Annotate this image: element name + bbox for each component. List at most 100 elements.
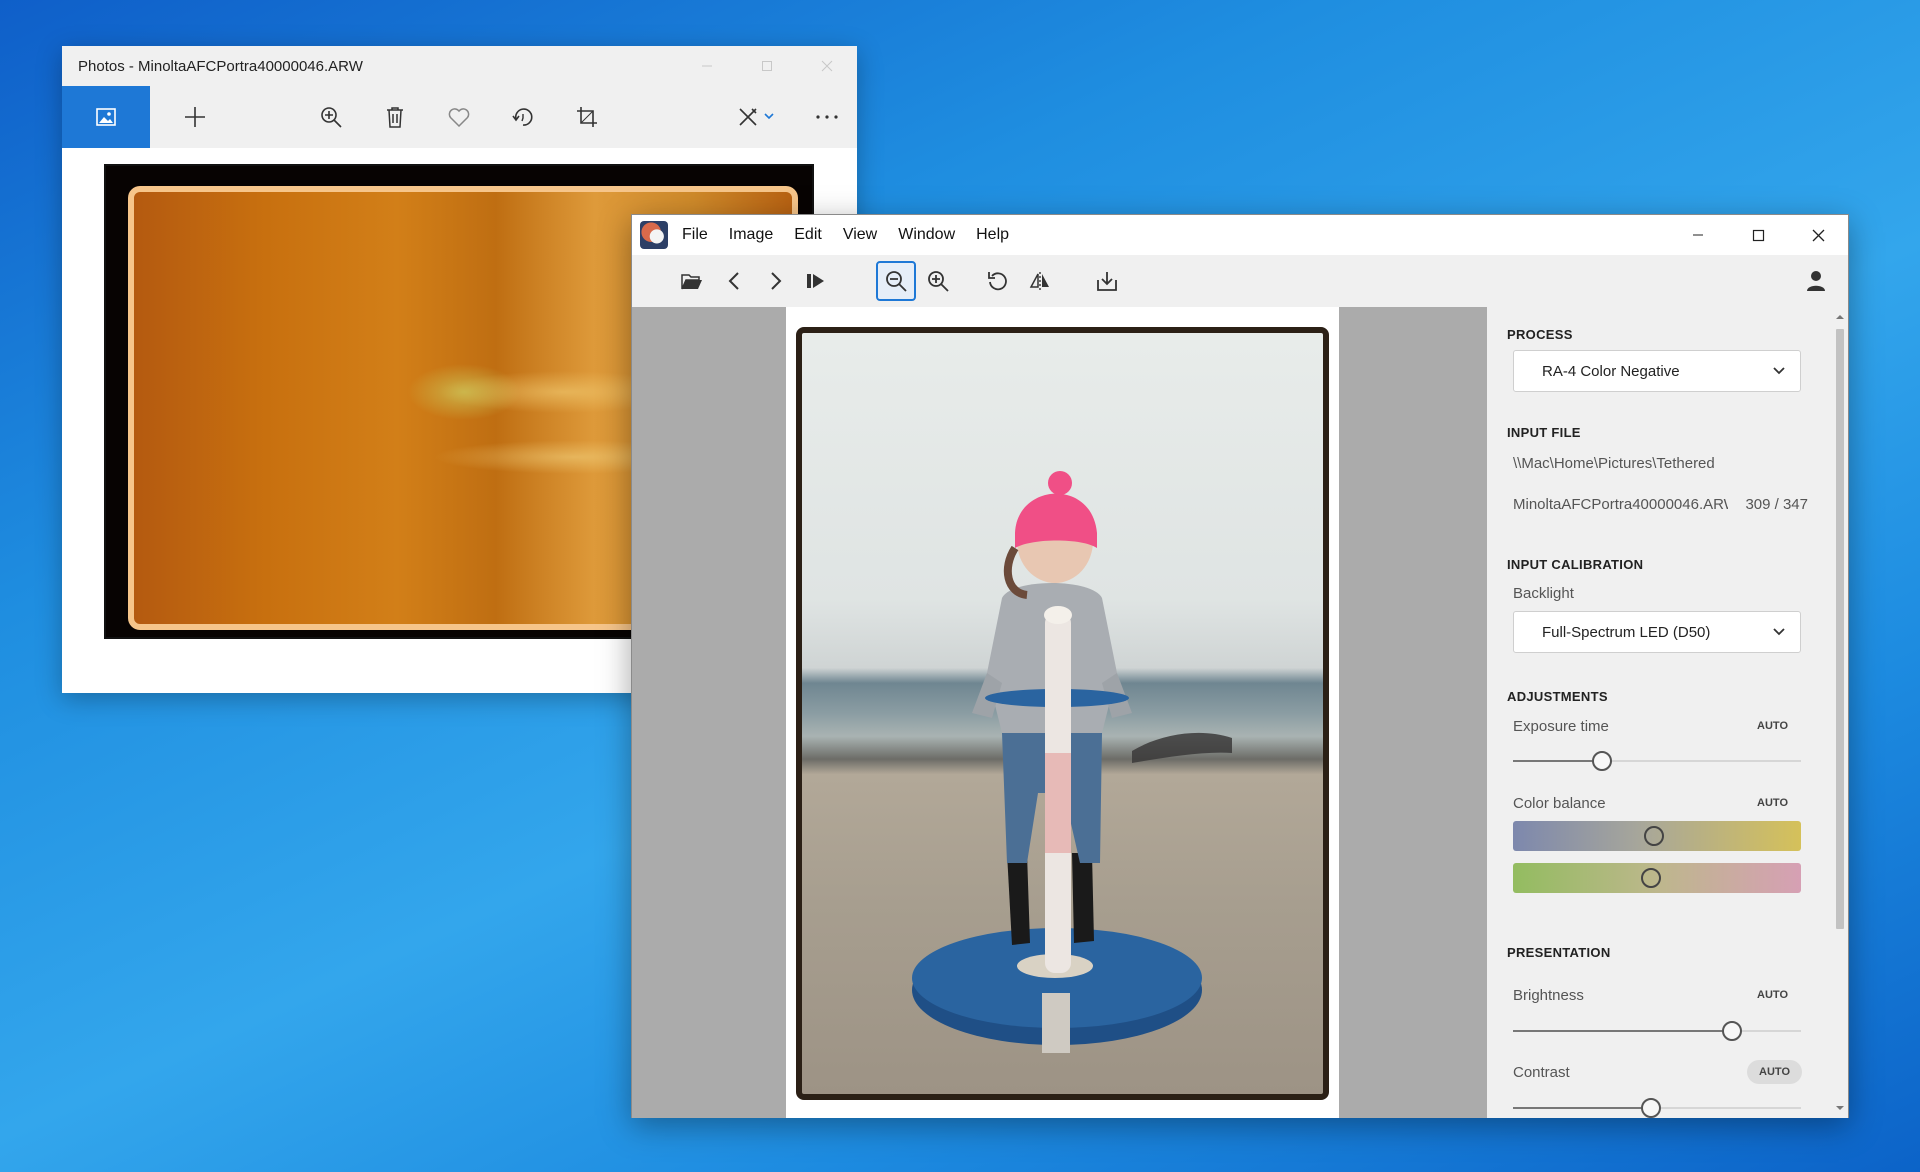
user-icon: [1807, 271, 1825, 291]
brightness-slider-handle[interactable]: [1721, 1021, 1742, 1041]
adjustments-heading: ADJUSTMENTS: [1507, 689, 1608, 704]
folder-open-icon: [681, 274, 702, 290]
input-file-name: MinoltaAFCPortra40000046.ARW: [1513, 496, 1728, 513]
skip-forward-icon: [807, 274, 824, 288]
zoom-in-icon: [321, 107, 342, 128]
rotate-icon: [512, 108, 533, 126]
process-heading: PROCESS: [1507, 327, 1573, 342]
photos-window-title: Photos - MinoltaAFCPortra40000046.ARW: [78, 57, 363, 75]
photos-crop-button[interactable]: [562, 86, 612, 148]
photos-delete-button[interactable]: [370, 86, 420, 148]
scroll-down-icon: [1836, 1106, 1844, 1110]
flip-icon: [1029, 272, 1049, 290]
contrast-slider[interactable]: [1513, 1096, 1801, 1118]
contrast-label: Contrast: [1513, 1064, 1570, 1081]
maximize-icon: [762, 61, 772, 71]
zoom-in-icon: [928, 271, 949, 292]
process-dropdown[interactable]: RA-4 Color Negative: [1513, 350, 1801, 392]
export-icon: [1097, 272, 1117, 291]
file-counter: 309 / 347: [1745, 496, 1808, 513]
menu-view[interactable]: View: [843, 226, 877, 244]
app-window: File Image Edit View Window Help PROCESS…: [631, 214, 1849, 1118]
minimize-button[interactable]: [1668, 215, 1728, 255]
app-logo: [640, 221, 668, 249]
rotate-left-button[interactable]: [978, 261, 1018, 301]
menu-window[interactable]: Window: [898, 226, 955, 244]
chevron-down-icon: [1773, 628, 1785, 636]
photos-rotate-button[interactable]: [498, 86, 548, 148]
menu-file[interactable]: File: [682, 226, 708, 244]
previous-button[interactable]: [714, 261, 754, 301]
brightness-slider[interactable]: [1513, 1019, 1801, 1043]
next-button[interactable]: [756, 261, 796, 301]
photos-edit-button[interactable]: [722, 86, 792, 148]
color-temperature-slider[interactable]: [1513, 821, 1801, 851]
photo-subject: [912, 471, 1232, 1053]
contrast-auto-button[interactable]: AUTO: [1747, 1060, 1802, 1084]
heart-icon: [448, 108, 470, 127]
backlight-label: Backlight: [1513, 585, 1574, 602]
edit-icon: [739, 108, 774, 126]
menu-image[interactable]: Image: [729, 226, 773, 244]
backlight-value: Full-Spectrum LED (D50): [1542, 623, 1711, 641]
panel-scrollbar[interactable]: [1832, 307, 1848, 1118]
process-value: RA-4 Color Negative: [1542, 362, 1680, 380]
menu-help[interactable]: Help: [976, 226, 1009, 244]
chevron-right-icon: [771, 272, 782, 290]
export-button[interactable]: [1087, 261, 1127, 301]
account-button[interactable]: [1796, 261, 1836, 301]
input-calibration-heading: INPUT CALIBRATION: [1507, 557, 1644, 572]
photos-maximize-button[interactable]: [737, 46, 797, 86]
photos-close-button[interactable]: [797, 46, 857, 86]
zoom-out-icon: [886, 271, 907, 292]
panel-scroll-thumb[interactable]: [1836, 329, 1844, 929]
image-viewer: [632, 307, 1487, 1118]
brightness-auto-button[interactable]: AUTO: [1757, 989, 1788, 1001]
delete-icon: [387, 107, 403, 128]
zoom-in-button[interactable]: [918, 261, 958, 301]
maximize-button[interactable]: [1728, 215, 1788, 255]
contrast-slider-handle[interactable]: [1641, 1098, 1662, 1118]
photos-minimize-button[interactable]: [677, 46, 737, 86]
color-balance-auto-button[interactable]: AUTO: [1757, 797, 1788, 809]
minimize-icon: [1693, 234, 1703, 236]
image-icon: [96, 108, 116, 126]
rotate-left-icon: [988, 272, 1007, 291]
exposure-label: Exposure time: [1513, 718, 1609, 735]
color-tint-handle[interactable]: [1641, 868, 1662, 888]
close-icon: [821, 60, 833, 72]
exposure-slider[interactable]: [1513, 749, 1801, 773]
open-folder-button[interactable]: [672, 261, 712, 301]
crop-icon: [577, 107, 597, 127]
input-file-heading: INPUT FILE: [1507, 425, 1581, 440]
photos-toolbar: [62, 86, 857, 148]
color-tint-slider[interactable]: [1513, 863, 1801, 893]
chevron-left-icon: [728, 272, 739, 290]
more-icon: [816, 115, 838, 119]
exposure-slider-handle[interactable]: [1592, 751, 1613, 771]
photos-titlebar: Photos - MinoltaAFCPortra40000046.ARW: [62, 46, 857, 86]
photos-zoom-button[interactable]: [306, 86, 356, 148]
flip-button[interactable]: [1020, 261, 1060, 301]
close-icon: [1812, 229, 1824, 241]
input-file-path: \\Mac\Home\Pictures\Tethered: [1513, 455, 1715, 472]
minimize-icon: [702, 65, 712, 67]
menu-edit[interactable]: Edit: [794, 226, 822, 244]
color-temperature-handle[interactable]: [1644, 826, 1665, 846]
photos-favorite-button[interactable]: [434, 86, 484, 148]
chevron-down-icon: [1773, 367, 1785, 375]
zoom-out-button[interactable]: [876, 261, 916, 301]
photos-view-button[interactable]: [62, 86, 150, 148]
close-button[interactable]: [1788, 215, 1848, 255]
color-balance-label: Color balance: [1513, 795, 1606, 812]
app-toolbar: [632, 255, 1848, 307]
backlight-dropdown[interactable]: Full-Spectrum LED (D50): [1513, 611, 1801, 653]
exposure-auto-button[interactable]: AUTO: [1757, 720, 1788, 732]
photos-more-button[interactable]: [802, 86, 852, 148]
maximize-icon: [1752, 229, 1764, 241]
scroll-up-icon: [1836, 315, 1844, 319]
converted-photo: [796, 327, 1329, 1100]
photos-add-button[interactable]: [170, 86, 220, 148]
skip-forward-button[interactable]: [796, 261, 836, 301]
settings-panel: PROCESS RA-4 Color Negative INPUT FILE \…: [1487, 307, 1848, 1118]
